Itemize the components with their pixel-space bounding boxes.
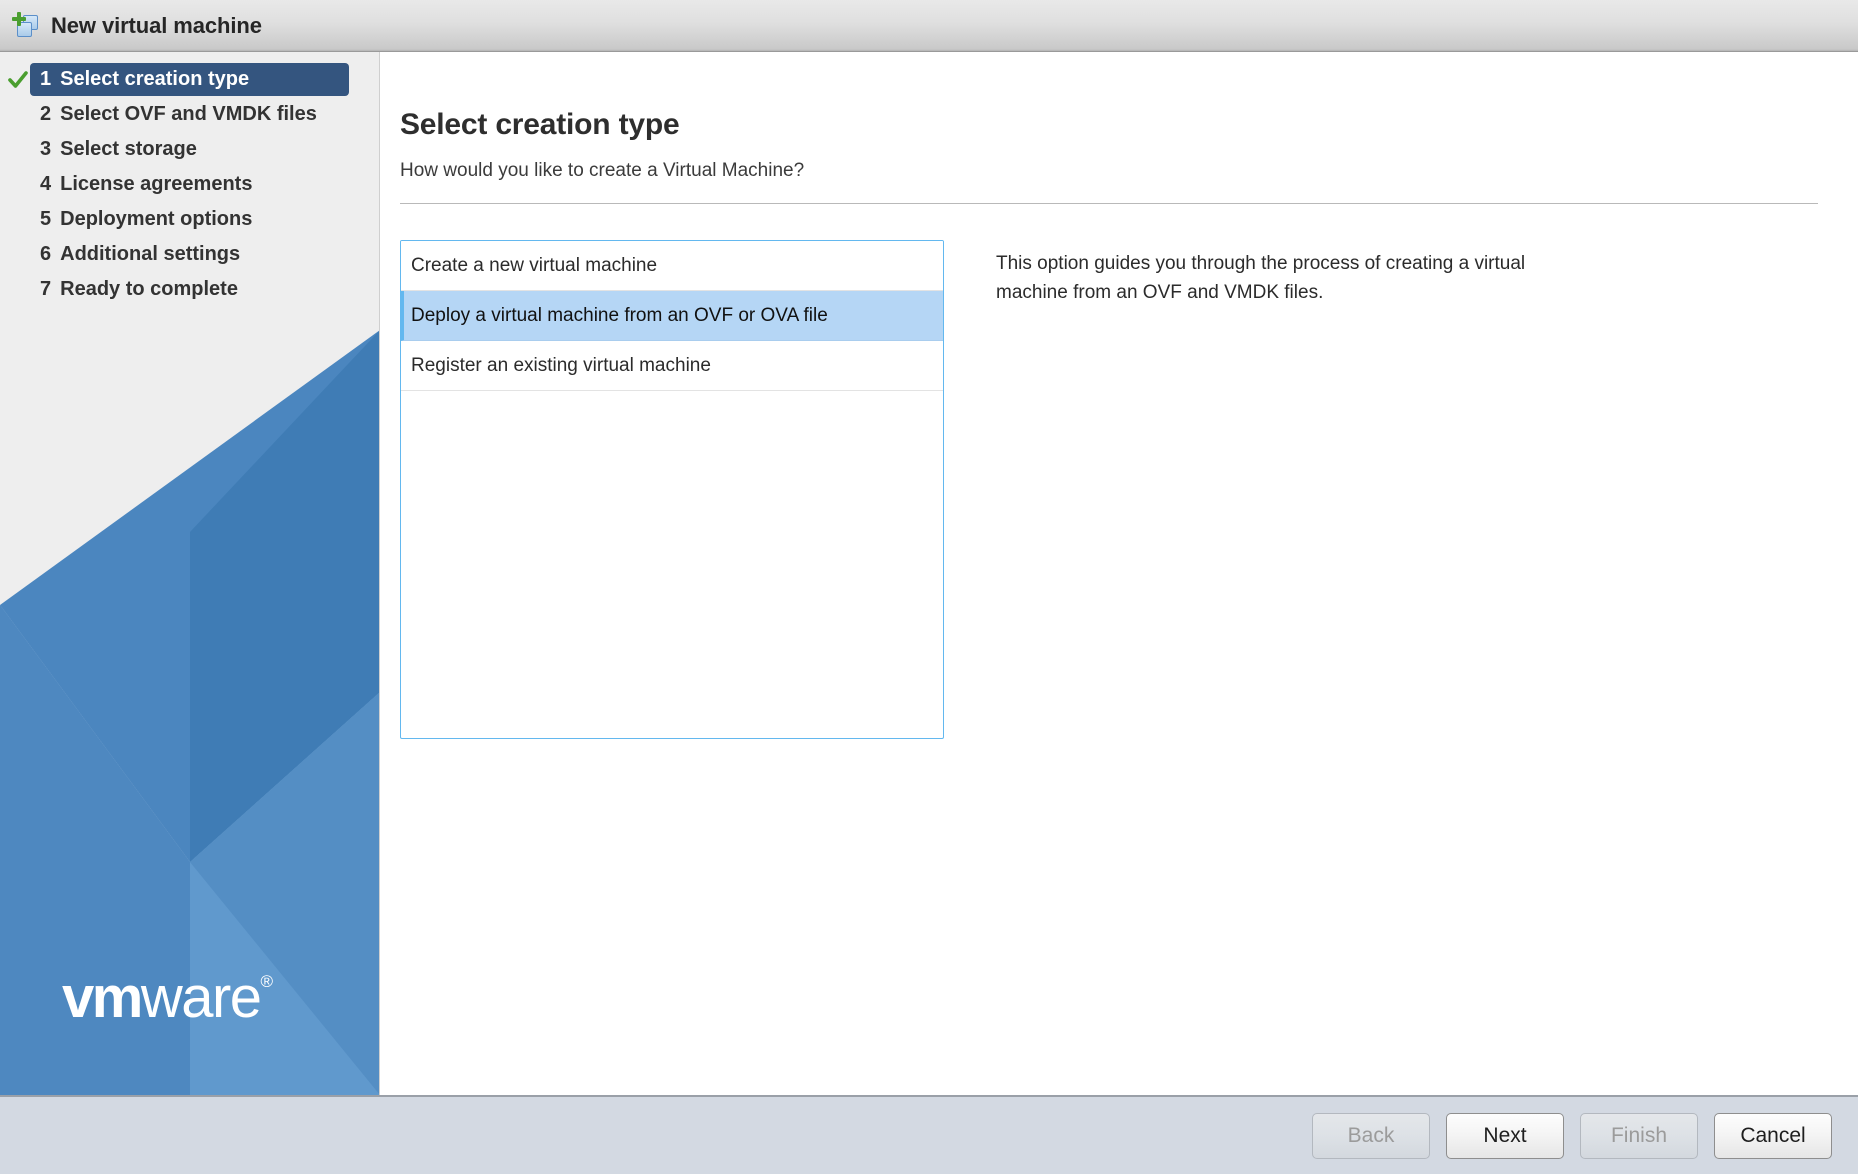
sidebar-step-1[interactable]: 1 Select creation type [0, 62, 379, 97]
sidebar-step-2-number: 2 [40, 103, 51, 126]
sidebar-step-3[interactable]: 3 Select storage [0, 132, 379, 167]
title-bar: New virtual machine [0, 0, 1858, 52]
sidebar-step-5-number: 5 [40, 208, 51, 231]
cancel-button[interactable]: Cancel [1714, 1113, 1832, 1159]
option-deploy-from-ovf-label: Deploy a virtual machine from an OVF or … [411, 305, 828, 327]
sidebar-step-2[interactable]: 2 Select OVF and VMDK files [0, 97, 379, 132]
wizard-step-list: 1 Select creation type 2 Select OVF and … [0, 52, 379, 307]
sidebar-step-6[interactable]: 6 Additional settings [0, 237, 379, 272]
sidebar-step-2-label: Select OVF and VMDK files [60, 103, 317, 126]
plus-icon [12, 12, 26, 26]
check-icon [8, 70, 28, 90]
sidebar-step-4-label: License agreements [60, 173, 252, 196]
next-button[interactable]: Next [1446, 1113, 1564, 1159]
sidebar-step-6-label: Additional settings [60, 243, 240, 266]
sidebar-step-7-number: 7 [40, 278, 51, 301]
sidebar-step-1-label: Select creation type [60, 68, 249, 91]
sidebar-step-6-number: 6 [40, 243, 51, 266]
creation-type-listbox[interactable]: Create a new virtual machine Deploy a vi… [400, 240, 944, 739]
page-subtitle: How would you like to create a Virtual M… [400, 160, 1818, 182]
sidebar-step-3-label: Select storage [60, 138, 197, 161]
header-divider [400, 203, 1818, 204]
option-register-existing-vm[interactable]: Register an existing virtual machine [401, 341, 943, 391]
sidebar-step-7[interactable]: 7 Ready to complete [0, 272, 379, 307]
wizard-sidebar: 1 Select creation type 2 Select OVF and … [0, 52, 380, 1095]
sidebar-step-7-label: Ready to complete [60, 278, 238, 301]
vmware-logo-trademark: ® [261, 973, 274, 990]
back-button[interactable]: Back [1312, 1113, 1430, 1159]
vmware-logo: vm ware ® [62, 969, 273, 1027]
option-create-new-vm-label: Create a new virtual machine [411, 255, 657, 277]
option-register-existing-vm-label: Register an existing virtual machine [411, 355, 711, 377]
content-panels: Create a new virtual machine Deploy a vi… [400, 240, 1818, 739]
new-virtual-machine-dialog: New virtual machine 1 [0, 0, 1858, 1174]
option-deploy-from-ovf[interactable]: Deploy a virtual machine from an OVF or … [401, 291, 943, 341]
vmware-logo-bold: vm [62, 969, 141, 1027]
sidebar-step-1-number: 1 [40, 68, 51, 91]
sidebar-step-5[interactable]: 5 Deployment options [0, 202, 379, 237]
option-description: This option guides you through the proce… [944, 240, 1584, 739]
option-create-new-vm[interactable]: Create a new virtual machine [401, 241, 943, 291]
sidebar-step-4-number: 4 [40, 173, 51, 196]
vmware-logo-light: ware [141, 969, 261, 1027]
sidebar-step-5-label: Deployment options [60, 208, 252, 231]
window-title: New virtual machine [51, 13, 262, 39]
new-virtual-machine-icon [12, 11, 42, 41]
finish-button[interactable]: Finish [1580, 1113, 1698, 1159]
sidebar-step-4[interactable]: 4 License agreements [0, 167, 379, 202]
dialog-body: 1 Select creation type 2 Select OVF and … [0, 52, 1858, 1095]
page-title: Select creation type [400, 108, 1818, 142]
sidebar-step-3-number: 3 [40, 138, 51, 161]
main-content: Select creation type How would you like … [380, 52, 1858, 1095]
dialog-footer: Back Next Finish Cancel [0, 1095, 1858, 1174]
